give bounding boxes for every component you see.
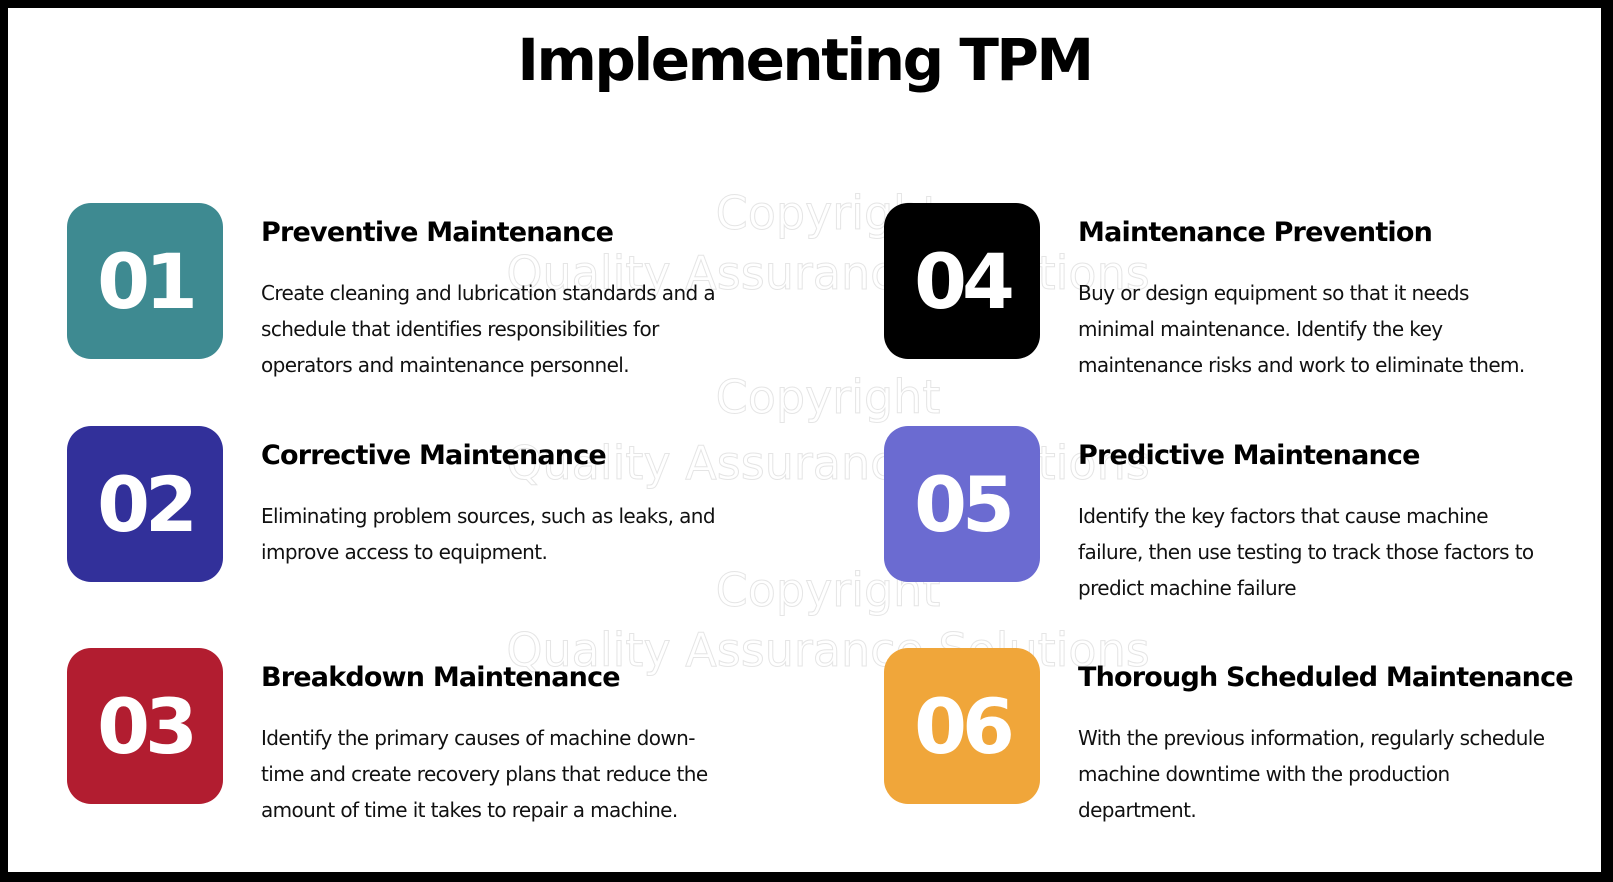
- item-heading: Thorough Scheduled Maintenance: [1078, 662, 1574, 693]
- badge-number: 01: [97, 236, 198, 326]
- item-heading: Corrective Maintenance: [261, 440, 607, 471]
- badge-number: 05: [914, 459, 1015, 549]
- badge-number: 04: [914, 236, 1015, 326]
- number-badge: 06: [884, 648, 1040, 804]
- item-description: Buy or design equipment so that it needs…: [1078, 281, 1525, 377]
- item-description: Identify the primary causes of machine d…: [261, 726, 708, 822]
- badge-number: 03: [97, 681, 198, 771]
- item-description: With the previous information, regularly…: [1078, 726, 1545, 822]
- number-badge: 04: [884, 203, 1040, 359]
- number-badge: 02: [67, 426, 223, 582]
- slide-title: Implementing TPM: [517, 26, 1094, 94]
- number-badge: 05: [884, 426, 1040, 582]
- slide: Implementing TPM Copyright Quality Assur…: [8, 8, 1601, 872]
- number-badge: 03: [67, 648, 223, 804]
- item-heading: Breakdown Maintenance: [261, 662, 621, 693]
- item-heading: Maintenance Prevention: [1078, 217, 1433, 248]
- item-description: Eliminating problem sources, such as lea…: [261, 504, 716, 564]
- badge-number: 02: [97, 459, 198, 549]
- badge-number: 06: [914, 681, 1015, 771]
- number-badge: 01: [67, 203, 223, 359]
- item-heading: Preventive Maintenance: [261, 217, 614, 248]
- item-heading: Predictive Maintenance: [1078, 440, 1420, 471]
- item-description: Identify the key factors that cause mach…: [1078, 504, 1534, 600]
- item-description: Create cleaning and lubrication standard…: [261, 281, 716, 377]
